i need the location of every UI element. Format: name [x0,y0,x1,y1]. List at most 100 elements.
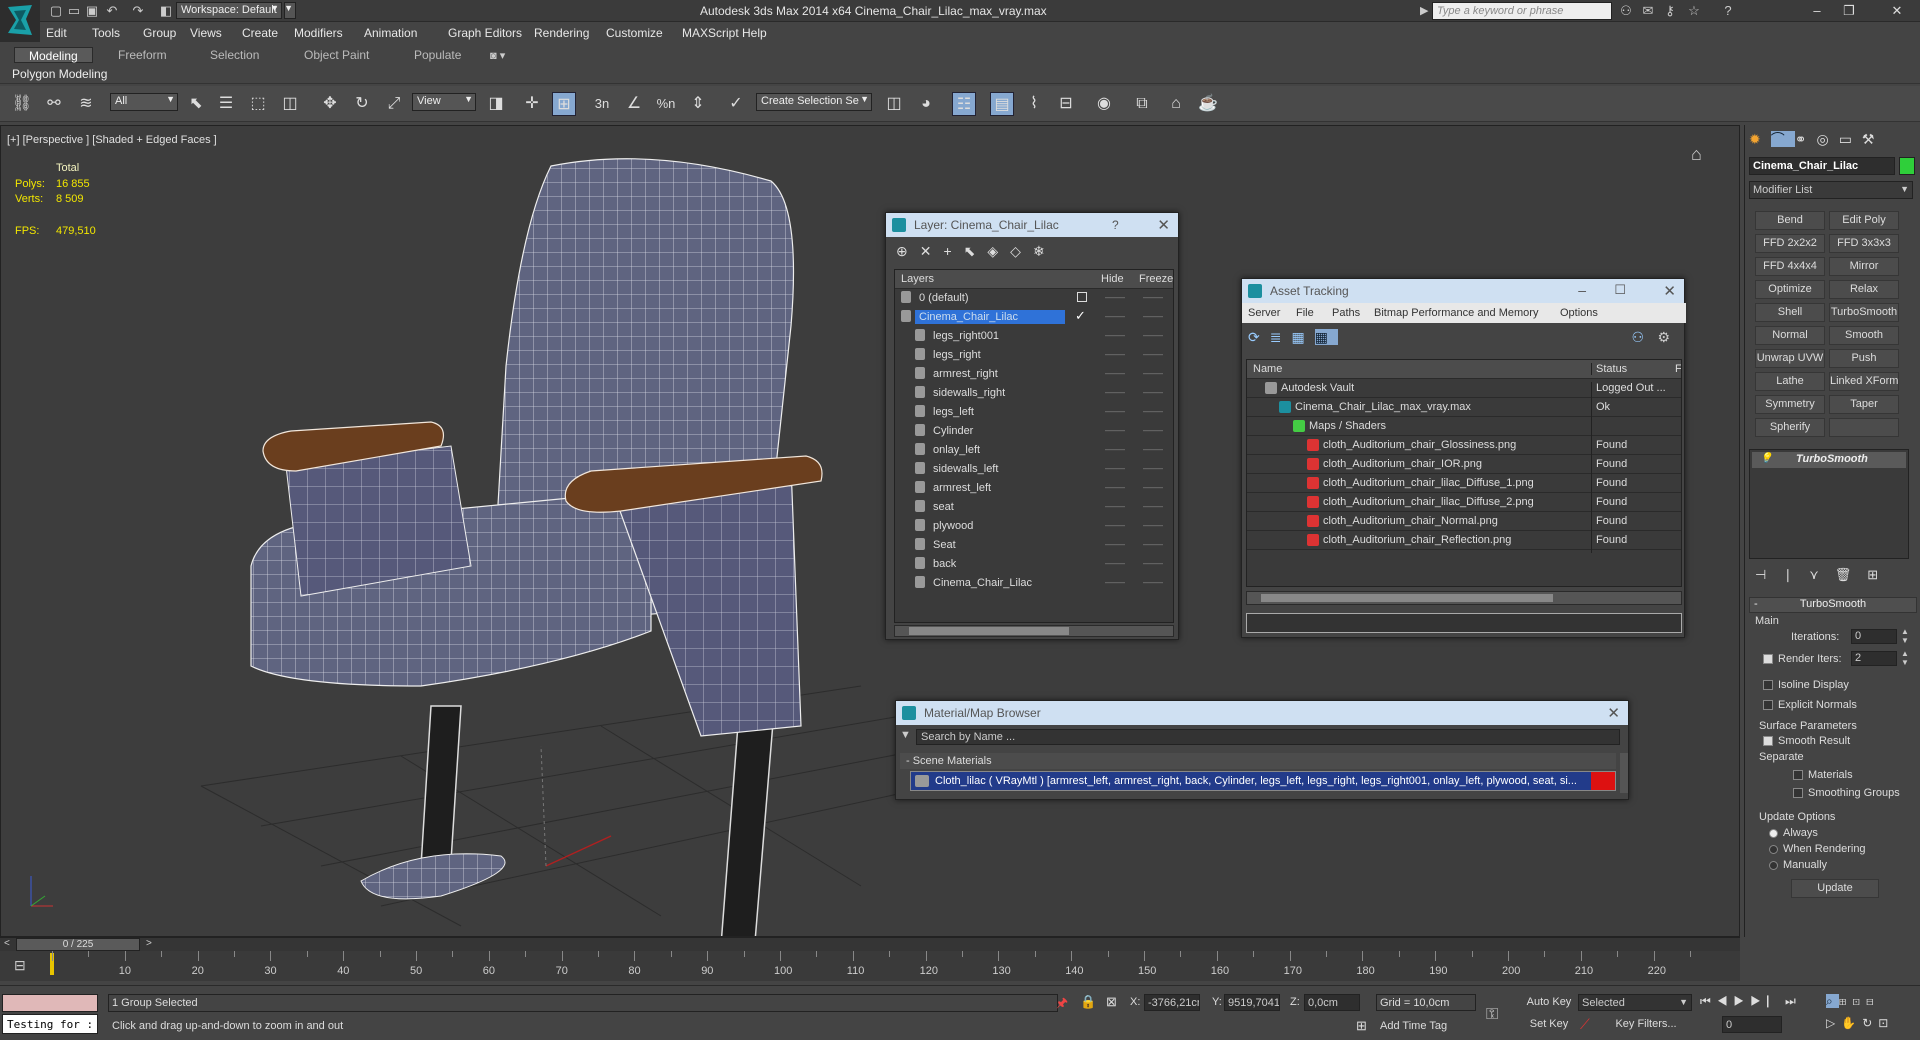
freeze-toggle[interactable]: –––– [1143,311,1163,321]
favorites-star-icon[interactable]: ☆ [1686,3,1702,19]
layer-row[interactable]: plywood –––– –––– [895,517,1173,536]
freeze-toggle[interactable]: –––– [1143,406,1163,416]
modifier-list-dropdown[interactable]: Modifier List ▼ [1749,181,1913,199]
orbit-icon[interactable]: ↻ [1862,1016,1878,1030]
zoom-extents-all-icon[interactable]: ⊟ [1866,994,1880,1008]
update-manually-radio[interactable]: Manually [1769,859,1827,871]
asset-row[interactable]: cloth_Auditorium_chair_IOR.png Found [1247,455,1681,477]
asset-menu-server[interactable]: Server [1248,307,1280,319]
workspace-dropdown[interactable]: Workspace: Default ▼ [176,2,282,19]
hide-toggle[interactable]: –––– [1105,387,1125,397]
object-color-swatch[interactable] [1899,157,1915,175]
edit-named-selection-icon[interactable]: ✓ [724,92,748,116]
mini-curve-editor-icon[interactable]: ⊟ [14,957,26,974]
next-frame-icon[interactable]: ▶▏ [1750,994,1785,1008]
x-coordinate-field[interactable]: -3766,21cr [1144,994,1200,1011]
configure-sets-icon[interactable]: ⊞ [1867,567,1894,582]
refresh-icon[interactable]: ⟳ [1248,329,1270,345]
asset-row[interactable]: Cinema_Chair_Lilac_max_vray.max Ok [1247,398,1681,420]
help-icon[interactable]: ? [1720,3,1736,19]
maximize-viewport-icon[interactable]: ⊡ [1878,1016,1894,1030]
hide-toggle[interactable]: –––– [1105,311,1125,321]
current-layer-checkbox[interactable] [1077,292,1087,302]
modifier-button-unwrap-uvw[interactable]: Unwrap UVW [1755,349,1825,368]
hide-toggle[interactable]: –––– [1105,406,1125,416]
col-hide[interactable]: Hide [1101,273,1124,285]
redo-icon[interactable]: ↷ [130,3,146,19]
set-key-mode-icon[interactable]: ⚿ [1486,1006,1498,1024]
update-when-rendering-radio[interactable]: When Rendering [1769,843,1866,855]
freeze-toggle[interactable]: –––– [1143,482,1163,492]
render-setup-icon[interactable]: ⧉ [1130,92,1154,116]
minimize-button[interactable]: – [1804,2,1830,20]
modifier-button-normal[interactable]: Normal [1755,326,1825,345]
scene-explorer-icon[interactable]: ▤ [990,92,1014,116]
menu-rendering[interactable]: Rendering [534,26,589,40]
add-to-layer-icon[interactable]: + [943,243,963,259]
move-icon[interactable]: ✥ [318,92,342,116]
asset-row[interactable]: cloth_Auditorium_chair_lilac_Diffuse_2.p… [1247,493,1681,515]
update-always-radio[interactable]: Always [1769,827,1818,839]
render-iters-spinner-arrows[interactable]: ▲ ▼ [1901,649,1909,667]
modifier-button-edit-poly[interactable]: Edit Poly [1829,211,1899,230]
ribbon-tab-object-paint[interactable]: Object Paint [290,47,383,63]
search-expand-icon[interactable]: ▶ [1420,4,1428,17]
new-file-icon[interactable]: ▢ [48,3,64,19]
maxscript-listener-pink[interactable] [2,994,98,1012]
layer-row[interactable]: back –––– –––– [895,555,1173,574]
search-input[interactable]: Type a keyword or phrase [1432,2,1612,20]
zoom-icon[interactable]: ⌕ [1826,994,1839,1008]
material-browser-title-bar[interactable]: Material/Map Browser ✕ [896,701,1628,725]
modifier-button-ffd-4x4x4[interactable]: FFD 4x4x4 [1755,257,1825,276]
key-selection-dropdown[interactable]: Selected ▼ [1578,994,1692,1011]
angle-snap-icon[interactable]: ∠ [622,92,646,116]
show-end-result-icon[interactable]: ❘ [1782,567,1809,582]
schematic-view-icon[interactable]: ⊟ [1054,92,1078,116]
align-icon[interactable]: ◕ [914,92,938,116]
y-coordinate-field[interactable]: 9519,7041 [1224,994,1280,1011]
update-button[interactable]: Update [1791,879,1879,898]
freeze-toggle[interactable]: –––– [1143,463,1163,473]
layer-dialog-title-bar[interactable]: Layer: Cinema_Chair_Lilac? ✕ [886,213,1178,237]
asset-settings-icon[interactable]: ⚙ [1657,329,1670,346]
menu-group[interactable]: Group [143,26,176,40]
modifier-button-push[interactable]: Push [1829,349,1899,368]
freeze-toggle[interactable]: –––– [1143,539,1163,549]
curve-editor-icon[interactable]: ⌇ [1022,92,1046,116]
layer-row[interactable]: onlay_left –––– –––– [895,441,1173,460]
col-freeze[interactable]: Freeze [1139,273,1173,285]
asset-path-field[interactable] [1246,613,1682,633]
restore-button[interactable]: ❐ [1836,2,1862,20]
separate-materials-checkbox[interactable]: Materials [1793,769,1853,781]
modifier-button-ffd-2x2x2[interactable]: FFD 2x2x2 [1755,234,1825,253]
menu-tools[interactable]: Tools [92,26,120,40]
asset-row[interactable]: Maps / Shaders [1247,417,1681,439]
modifier-button-smooth[interactable]: Smooth [1829,326,1899,345]
layer-row[interactable]: seat –––– –––– [895,498,1173,517]
table-view-icon[interactable]: ▦ [1291,329,1314,345]
menu-maxscript[interactable]: MAXScript [682,26,739,40]
layer-row[interactable]: Cylinder –––– –––– [895,422,1173,441]
modifier-button-spherify[interactable]: Spherify [1755,418,1825,437]
layer-row[interactable]: armrest_right –––– –––– [895,365,1173,384]
go-to-end-icon[interactable]: ⏭ [1785,994,1802,1008]
fov-icon[interactable]: ▷ [1826,1016,1841,1030]
freeze-toggle[interactable]: –––– [1143,577,1163,587]
modifier-button-linked-xform[interactable]: Linked XForm [1829,372,1899,391]
light-bulb-icon[interactable]: 💡 [1760,453,1772,464]
freeze-all-icon[interactable]: ❄ [1033,243,1057,259]
ribbon-tab-selection[interactable]: Selection [196,47,273,63]
scene-materials-group[interactable]: - Scene Materials [900,753,1616,769]
freeze-toggle[interactable]: –––– [1143,387,1163,397]
menu-help[interactable]: Help [742,26,767,40]
menu-animation[interactable]: Animation [364,26,417,40]
workspace-menu-arrow[interactable]: ▼ [284,2,296,19]
menu-create[interactable]: Create [242,26,278,40]
current-frame-field[interactable]: 0 [1722,1016,1782,1033]
ribbon-panel-label[interactable]: Polygon Modeling [12,67,107,81]
hide-toggle[interactable]: –––– [1105,330,1125,340]
freeze-toggle[interactable]: –––– [1143,292,1163,302]
modifier-button-taper[interactable]: Taper [1829,395,1899,414]
asset-minimize-button[interactable]: – [1578,282,1586,298]
open-file-icon[interactable]: ▭ [66,3,82,19]
